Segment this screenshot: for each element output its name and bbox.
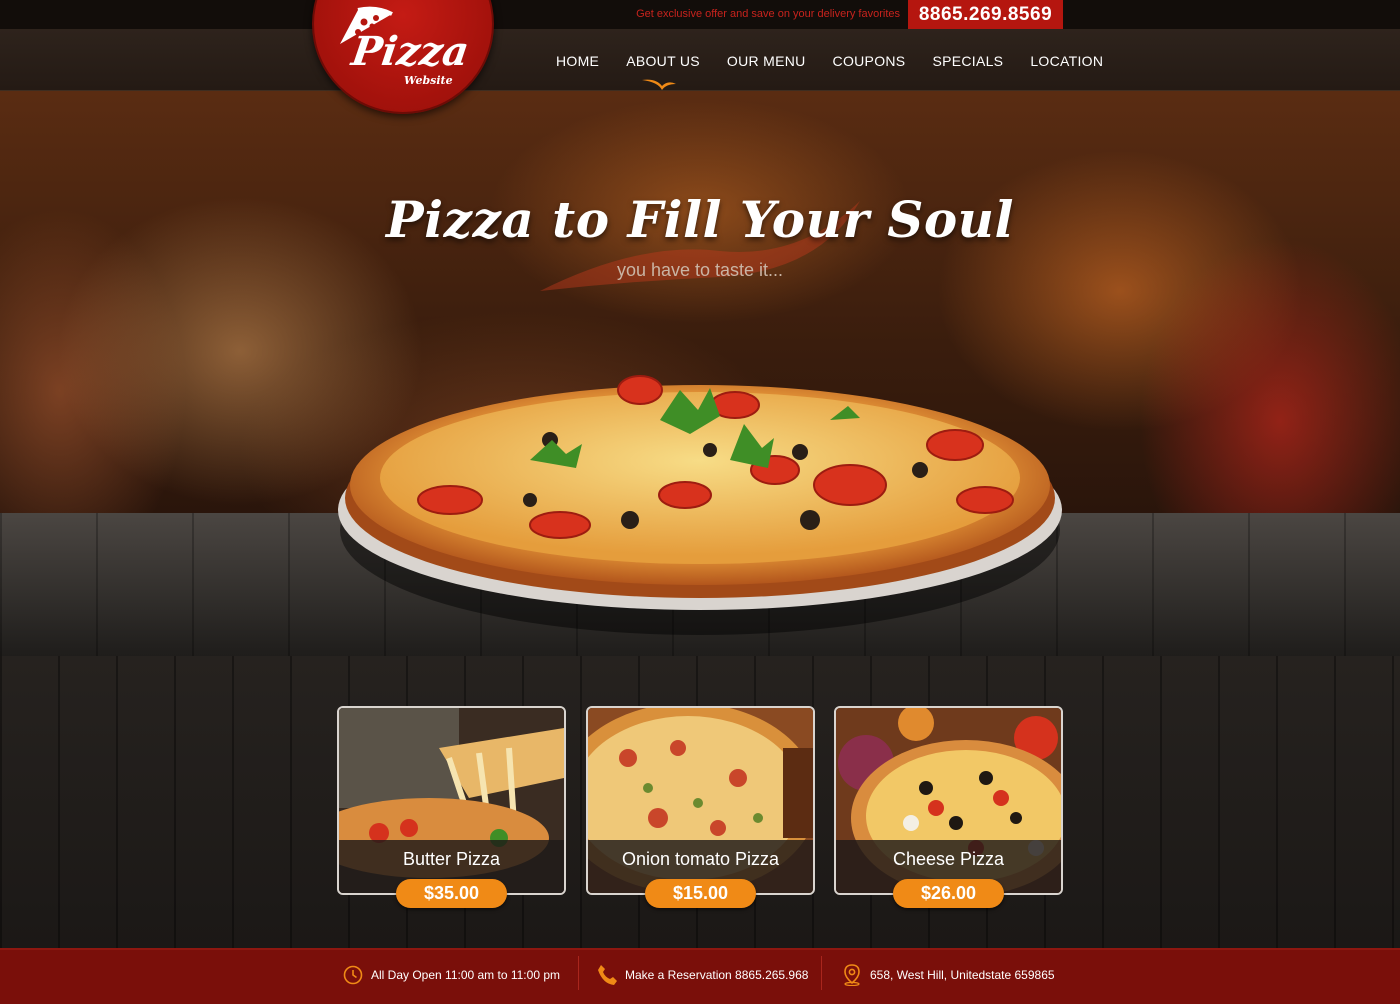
hero-title: Pizza to Fill Your Soul [385,190,1015,249]
footer-divider [578,956,579,990]
menu-card-onion-tomato-pizza[interactable]: Onion tomato Pizza [586,706,815,895]
nav-our-menu[interactable]: OUR MENU [727,53,806,69]
nav-specials[interactable]: SPECIALS [932,53,1003,69]
nav-home[interactable]: HOME [556,53,599,69]
nav-location[interactable]: LOCATION [1030,53,1103,69]
card-title: Cheese Pizza [892,849,1005,869]
price-button[interactable]: $26.00 [893,879,1004,908]
price-button[interactable]: $35.00 [396,879,507,908]
header-phone-number[interactable]: 8865.269.8569 [908,0,1063,29]
hero-subtitle: you have to taste it... [616,260,784,280]
footer-divider [821,956,822,990]
logo-title: Pizza [348,28,472,75]
reservation-info[interactable]: Make a Reservation 8865.265.968 [597,965,808,985]
phone-icon [598,965,617,985]
top-bar: Get exclusive offer and save on your del… [0,0,1400,29]
card-title: Butter Pizza [402,849,501,869]
menu-card-butter-pizza[interactable]: Butter Pizza [337,706,566,895]
nav-active-flame-icon [642,79,676,90]
logo-subtitle: Website [404,74,453,87]
opening-hours: All Day Open 11:00 am to 11:00 pm [343,965,560,985]
offer-text: Get exclusive offer and save on your del… [636,8,900,20]
location-pin-icon [844,964,860,986]
opening-hours-text: All Day Open 11:00 am to 11:00 pm [371,968,560,982]
address-text: 658, West Hill, Unitedstate 659865 [870,968,1055,982]
nav-coupons[interactable]: COUPONS [833,53,906,69]
navigation-bar: HOME ABOUT US OUR MENU COUPONS SPECIALS … [0,29,1400,91]
hero-pizza-image [338,375,1062,635]
card-title: Onion tomato Pizza [621,849,780,869]
price-button[interactable]: $15.00 [645,879,756,908]
menu-card-cheese-pizza[interactable]: Cheese Pizza [834,706,1063,895]
reservation-text: Make a Reservation 8865.265.968 [625,968,809,982]
nav-about-us[interactable]: ABOUT US [626,53,700,69]
clock-icon [343,965,363,985]
address-info[interactable]: 658, West Hill, Unitedstate 659865 [842,964,1055,986]
main-nav: HOME ABOUT US OUR MENU COUPONS SPECIALS … [556,53,1103,69]
